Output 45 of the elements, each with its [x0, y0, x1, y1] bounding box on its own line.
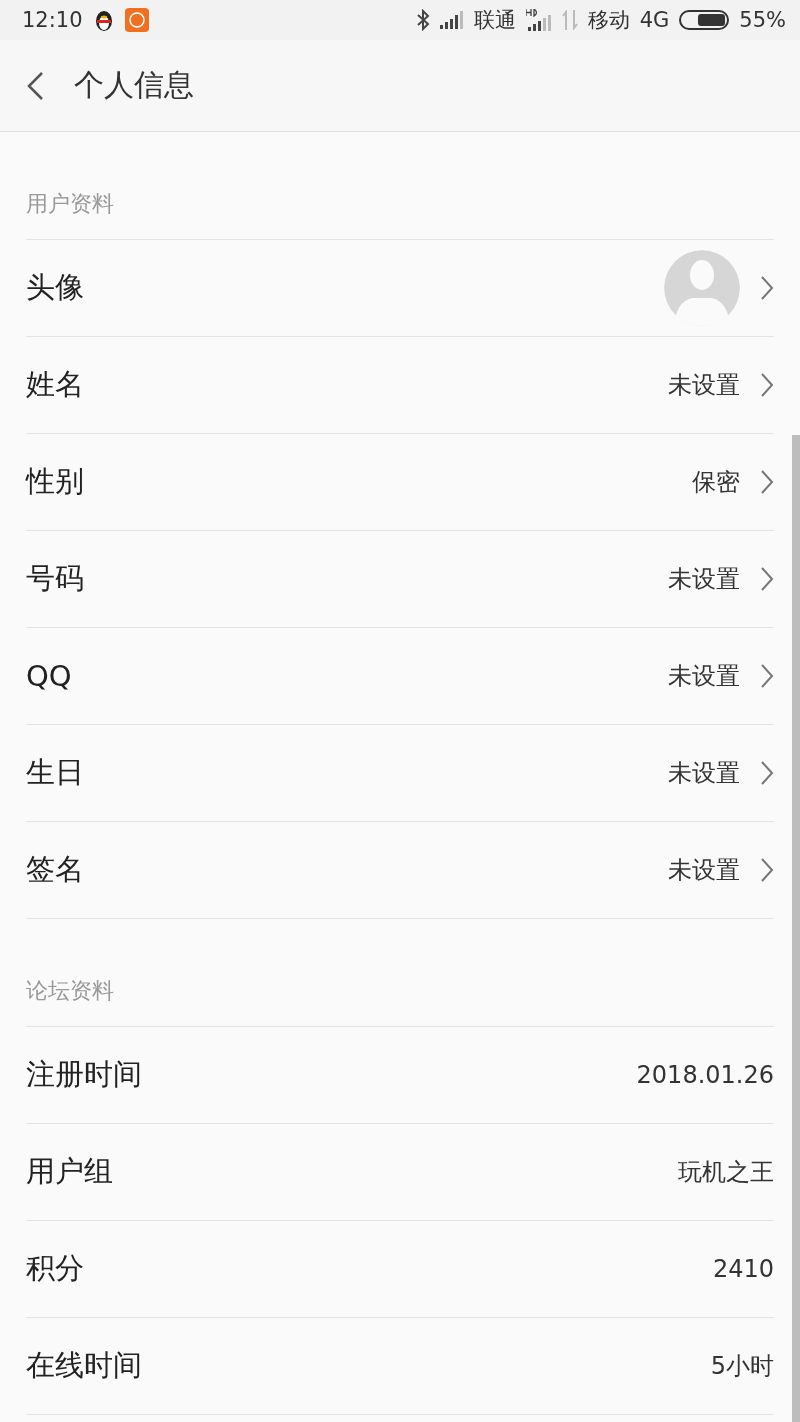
row-label[interactable]: 姓名 [26, 365, 648, 405]
row-value: 未设置 [668, 855, 740, 886]
chevron-right-icon [760, 469, 774, 495]
chevron-right-icon [760, 566, 774, 592]
data-arrows-icon [561, 10, 578, 30]
signal-icon [439, 11, 464, 29]
row-label: 积分 [26, 1250, 85, 1287]
clock: 12:10 [22, 8, 83, 32]
chevron-right-icon [760, 372, 774, 398]
row-label: 注册时间 [26, 1056, 143, 1093]
hd-signal-icon [525, 9, 552, 31]
chevron-right-icon [760, 663, 774, 689]
chevron-right-icon [760, 275, 774, 301]
network-type: 4G [639, 8, 670, 32]
section-title: 用户资料 [26, 190, 114, 218]
carrier-name: 移动 [587, 7, 630, 34]
row-value: 未设置 [668, 661, 740, 692]
row-label: 在线时间 [26, 1347, 143, 1384]
row-label[interactable]: 头像 [26, 268, 644, 308]
row-value: 未设置 [668, 758, 740, 789]
bluetooth-icon [415, 9, 430, 31]
row-label[interactable]: QQ [26, 659, 648, 693]
row-value: 2410 [712, 1255, 774, 1283]
section-title: 论坛资料 [26, 977, 114, 1005]
chevron-right-icon [760, 857, 774, 883]
row-label: 用户组 [26, 1153, 114, 1190]
app-icon [124, 8, 149, 32]
row-value: 保密 [692, 467, 740, 498]
back-icon[interactable] [26, 70, 44, 101]
chevron-right-icon [760, 760, 774, 786]
carrier-name: 联通 [473, 7, 516, 34]
page-title: 个人信息 [74, 66, 194, 104]
row-label[interactable]: 号码 [26, 559, 648, 599]
row-label[interactable]: 生日 [26, 753, 648, 793]
row-label[interactable]: 签名 [26, 850, 648, 890]
avatar-icon [664, 250, 740, 326]
battery-icon [679, 10, 730, 30]
row-value: 5小时 [710, 1351, 774, 1382]
battery-percentage: 55% [739, 8, 786, 32]
row-value: 2018.01.26 [636, 1061, 774, 1089]
row-value: 未设置 [668, 370, 740, 401]
row-value: 玩机之王 [678, 1157, 774, 1188]
row-label[interactable]: 性别 [26, 462, 672, 502]
row-value: 未设置 [668, 564, 740, 595]
scrollbar[interactable] [792, 435, 800, 1422]
